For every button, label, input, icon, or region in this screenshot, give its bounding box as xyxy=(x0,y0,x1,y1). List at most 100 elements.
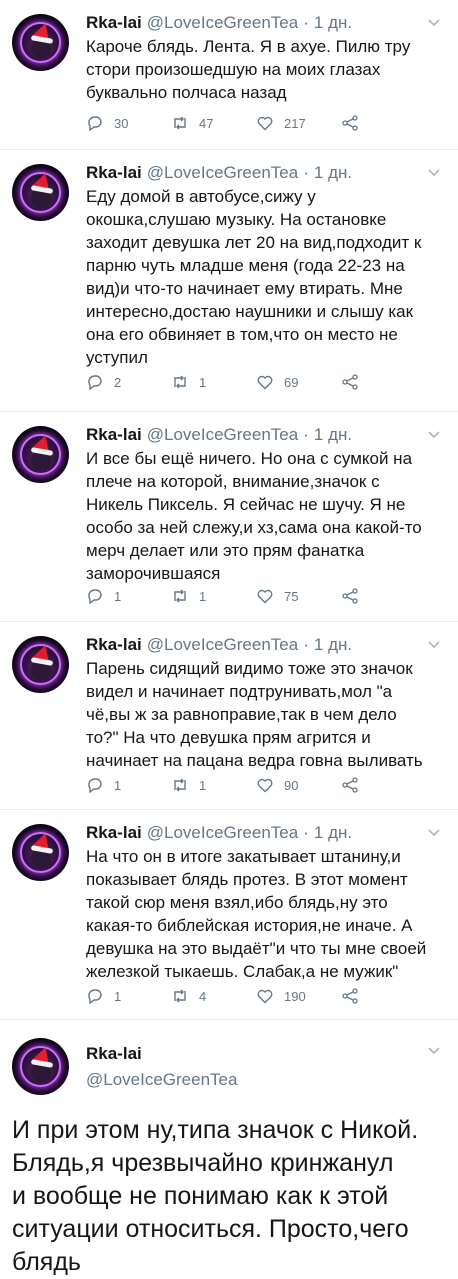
reply-count: 1 xyxy=(114,988,122,1004)
tweet-time[interactable]: 1 дн. xyxy=(314,635,352,654)
tweet-header: Rka-lai @LoveIceGreenTea · 1 дн. xyxy=(86,12,352,34)
tweet[interactable]: Rka-lai @LoveIceGreenTea · 1 дн. Парень сид… xyxy=(0,622,458,810)
author-name[interactable]: Rka-lai xyxy=(86,425,142,444)
retweet-count: 1 xyxy=(199,374,207,390)
share-icon xyxy=(342,988,358,1004)
like-count: 90 xyxy=(284,777,299,793)
tweet-text: Еду домой в автобусе,сижу у окошка,слуша… xyxy=(86,187,422,367)
author-name[interactable]: Rka-lai xyxy=(86,823,142,842)
like-button[interactable]: 90 xyxy=(256,774,298,796)
tweet-actions: 1 1 90 xyxy=(86,774,416,796)
tweet[interactable]: Rka-lai @LoveIceGreenTea · 1 дн. На что он … xyxy=(0,810,458,1020)
share-button[interactable] xyxy=(341,371,369,393)
retweet-button[interactable]: 1 xyxy=(171,774,206,796)
separator-dot: · xyxy=(303,13,309,32)
chevron-down-icon[interactable] xyxy=(426,636,442,652)
retweet-count: 4 xyxy=(199,988,207,1004)
share-button[interactable] xyxy=(341,112,369,134)
retweet-button[interactable]: 1 xyxy=(171,585,206,607)
author-handle[interactable]: @LoveIceGreenTea xyxy=(147,425,298,444)
tweet[interactable]: Rka-lai @LoveIceGreenTea · 1 дн. И все бы е… xyxy=(0,412,458,622)
reply-button[interactable]: 2 xyxy=(86,371,121,393)
tweet-text: И при этом ну,типа значок с Никой. Блядь… xyxy=(12,1116,419,1276)
tweet-header: Rka-lai @LoveIceGreenTea · 1 дн. xyxy=(86,162,352,184)
share-button[interactable] xyxy=(341,585,369,607)
like-icon xyxy=(257,589,273,604)
retweet-count: 1 xyxy=(199,777,207,793)
retweet-icon xyxy=(174,116,186,130)
author-handle[interactable]: @LoveIceGreenTea xyxy=(147,823,298,842)
tweet-time[interactable]: 1 дн. xyxy=(314,425,352,444)
share-button[interactable] xyxy=(341,985,369,1007)
like-button[interactable]: 69 xyxy=(256,371,298,393)
author-handle[interactable]: @LoveIceGreenTea xyxy=(147,163,298,182)
reply-count: 2 xyxy=(114,374,122,390)
chevron-down-icon[interactable] xyxy=(426,164,442,180)
like-count: 190 xyxy=(284,988,306,1004)
reply-button[interactable]: 30 xyxy=(86,112,128,134)
retweet-icon xyxy=(174,589,186,603)
author-name[interactable]: Rka-lai xyxy=(86,13,142,32)
like-icon xyxy=(257,989,273,1004)
tweet-text: Кароче блядь. Лента. Я в ахуе. Пилю тру … xyxy=(86,37,411,102)
author-name[interactable]: Rka-lai xyxy=(86,1044,142,1064)
reply-button[interactable]: 1 xyxy=(86,985,121,1007)
like-count: 217 xyxy=(284,115,306,131)
tweet-time[interactable]: 1 дн. xyxy=(314,823,352,842)
retweet-count: 1 xyxy=(199,588,207,604)
separator-dot: · xyxy=(303,425,309,444)
share-icon xyxy=(342,777,358,793)
avatar[interactable] xyxy=(12,164,69,221)
share-button[interactable] xyxy=(341,774,369,796)
avatar[interactable] xyxy=(12,426,69,483)
author-name[interactable]: Rka-lai xyxy=(86,163,142,182)
tweet[interactable]: Rka-lai @LoveIceGreenTea · 1 дн. Еду домой … xyxy=(0,150,458,412)
retweet-button[interactable]: 47 xyxy=(171,112,213,134)
tweet-time[interactable]: 1 дн. xyxy=(314,13,352,32)
retweet-icon xyxy=(174,375,186,389)
tweet[interactable]: Rka-lai @LoveIceGreenTea · 1 дн. Кароче бля… xyxy=(0,0,458,150)
like-count: 69 xyxy=(284,374,299,390)
separator-dot: · xyxy=(303,823,309,842)
share-icon xyxy=(342,115,358,131)
tweet-actions: 2 1 69 xyxy=(86,371,416,393)
tweet-time[interactable]: 1 дн. xyxy=(314,163,352,182)
tweet-actions: 1 4 190 xyxy=(86,985,416,1007)
final-tweet[interactable]: Rka-lai @LoveIceGreenTea И при этом ну,т… xyxy=(0,1020,458,1278)
reply-count: 1 xyxy=(114,777,122,793)
avatar[interactable] xyxy=(12,824,69,881)
like-button[interactable]: 190 xyxy=(256,985,306,1007)
retweet-button[interactable]: 4 xyxy=(171,985,206,1007)
author-name[interactable]: Rka-lai xyxy=(86,635,142,654)
author-handle[interactable]: @LoveIceGreenTea xyxy=(147,13,298,32)
chevron-down-icon[interactable] xyxy=(426,824,442,840)
tweet-header: Rka-lai @LoveIceGreenTea · 1 дн. xyxy=(86,822,352,844)
like-icon xyxy=(257,116,273,131)
tweet-actions: 30 47 217 xyxy=(86,112,416,134)
share-icon xyxy=(342,374,358,390)
chevron-down-icon[interactable] xyxy=(426,426,442,442)
reply-icon xyxy=(88,989,102,1005)
tweet-text: И все бы ещё ничего. Но она с сумкой на … xyxy=(86,449,422,583)
chevron-down-icon[interactable] xyxy=(426,14,442,30)
retweet-button[interactable]: 1 xyxy=(171,371,206,393)
tweet-header: Rka-lai @LoveIceGreenTea · 1 дн. xyxy=(86,424,352,446)
tweet-text: Парень сидящий видимо тоже это значок ви… xyxy=(86,659,423,770)
like-button[interactable]: 217 xyxy=(256,112,306,134)
author-handle[interactable]: @LoveIceGreenTea xyxy=(147,635,298,654)
chevron-down-icon[interactable] xyxy=(426,1042,442,1058)
avatar[interactable] xyxy=(12,1038,69,1095)
avatar[interactable] xyxy=(12,636,69,693)
like-count: 75 xyxy=(284,588,299,604)
separator-dot: · xyxy=(303,163,309,182)
tweet-actions: 1 1 75 xyxy=(86,585,416,607)
like-button[interactable]: 75 xyxy=(256,585,298,607)
reply-button[interactable]: 1 xyxy=(86,585,121,607)
reply-button[interactable]: 1 xyxy=(86,774,121,796)
retweet-icon xyxy=(174,778,186,792)
tweet-header: Rka-lai @LoveIceGreenTea · 1 дн. xyxy=(86,634,352,656)
avatar[interactable] xyxy=(12,14,69,71)
reply-icon xyxy=(88,116,102,132)
retweet-icon xyxy=(174,989,186,1003)
author-handle[interactable]: @LoveIceGreenTea xyxy=(86,1070,237,1090)
